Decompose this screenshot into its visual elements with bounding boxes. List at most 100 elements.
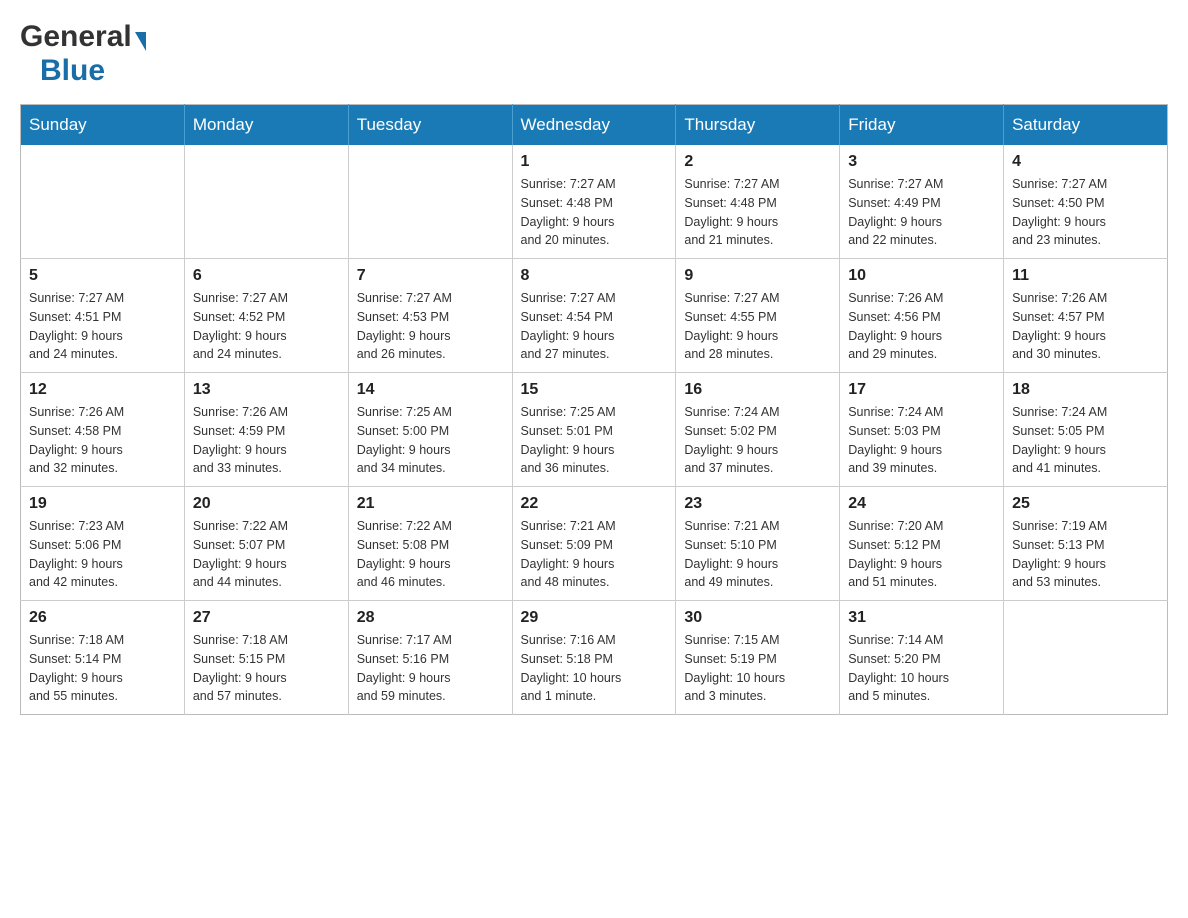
day-info: Sunrise: 7:23 AM Sunset: 5:06 PM Dayligh… — [29, 517, 176, 592]
day-number: 6 — [193, 267, 340, 285]
day-number: 2 — [684, 153, 831, 171]
day-info: Sunrise: 7:24 AM Sunset: 5:02 PM Dayligh… — [684, 403, 831, 478]
calendar-cell: 13 Sunrise: 7:26 AM Sunset: 4:59 PM Dayli… — [184, 373, 348, 487]
day-info: Sunrise: 7:21 AM Sunset: 5:09 PM Dayligh… — [521, 517, 668, 592]
day-info: Sunrise: 7:22 AM Sunset: 5:07 PM Dayligh… — [193, 517, 340, 592]
calendar-cell: 2 Sunrise: 7:27 AM Sunset: 4:48 PM Daylig… — [676, 145, 840, 259]
day-number: 23 — [684, 495, 831, 513]
day-info: Sunrise: 7:27 AM Sunset: 4:49 PM Dayligh… — [848, 175, 995, 250]
calendar-cell: 5 Sunrise: 7:27 AM Sunset: 4:51 PM Daylig… — [21, 259, 185, 373]
day-info: Sunrise: 7:26 AM Sunset: 4:57 PM Dayligh… — [1012, 289, 1159, 364]
calendar-cell: 8 Sunrise: 7:27 AM Sunset: 4:54 PM Daylig… — [512, 259, 676, 373]
day-number: 5 — [29, 267, 176, 285]
calendar-cell — [348, 145, 512, 259]
day-number: 3 — [848, 153, 995, 171]
day-info: Sunrise: 7:20 AM Sunset: 5:12 PM Dayligh… — [848, 517, 995, 592]
day-number: 4 — [1012, 153, 1159, 171]
day-info: Sunrise: 7:27 AM Sunset: 4:48 PM Dayligh… — [521, 175, 668, 250]
logo: General Blue — [20, 20, 146, 88]
calendar-cell: 24 Sunrise: 7:20 AM Sunset: 5:12 PM Dayli… — [840, 487, 1004, 601]
day-info: Sunrise: 7:24 AM Sunset: 5:05 PM Dayligh… — [1012, 403, 1159, 478]
calendar-cell: 11 Sunrise: 7:26 AM Sunset: 4:57 PM Dayli… — [1004, 259, 1168, 373]
weekday-header-friday: Friday — [840, 105, 1004, 146]
day-info: Sunrise: 7:27 AM Sunset: 4:53 PM Dayligh… — [357, 289, 504, 364]
day-number: 18 — [1012, 381, 1159, 399]
day-info: Sunrise: 7:17 AM Sunset: 5:16 PM Dayligh… — [357, 631, 504, 706]
day-info: Sunrise: 7:27 AM Sunset: 4:50 PM Dayligh… — [1012, 175, 1159, 250]
day-number: 7 — [357, 267, 504, 285]
day-number: 24 — [848, 495, 995, 513]
calendar-cell: 14 Sunrise: 7:25 AM Sunset: 5:00 PM Dayli… — [348, 373, 512, 487]
day-number: 17 — [848, 381, 995, 399]
day-info: Sunrise: 7:27 AM Sunset: 4:55 PM Dayligh… — [684, 289, 831, 364]
day-number: 31 — [848, 609, 995, 627]
calendar-cell: 16 Sunrise: 7:24 AM Sunset: 5:02 PM Dayli… — [676, 373, 840, 487]
weekday-header-thursday: Thursday — [676, 105, 840, 146]
day-info: Sunrise: 7:27 AM Sunset: 4:51 PM Dayligh… — [29, 289, 176, 364]
calendar-cell: 30Sunrise: 7:15 AM Sunset: 5:19 PM Dayli… — [676, 601, 840, 715]
calendar-cell: 3 Sunrise: 7:27 AM Sunset: 4:49 PM Daylig… — [840, 145, 1004, 259]
day-number: 10 — [848, 267, 995, 285]
day-info: Sunrise: 7:26 AM Sunset: 4:58 PM Dayligh… — [29, 403, 176, 478]
calendar-cell: 9Sunrise: 7:27 AM Sunset: 4:55 PM Daylig… — [676, 259, 840, 373]
day-info: Sunrise: 7:26 AM Sunset: 4:59 PM Dayligh… — [193, 403, 340, 478]
weekday-header-monday: Monday — [184, 105, 348, 146]
calendar-cell: 31Sunrise: 7:14 AM Sunset: 5:20 PM Dayli… — [840, 601, 1004, 715]
logo-arrow-icon — [135, 32, 146, 51]
day-number: 22 — [521, 495, 668, 513]
day-info: Sunrise: 7:27 AM Sunset: 4:52 PM Dayligh… — [193, 289, 340, 364]
day-info: Sunrise: 7:22 AM Sunset: 5:08 PM Dayligh… — [357, 517, 504, 592]
day-number: 26 — [29, 609, 176, 627]
calendar-cell: 25 Sunrise: 7:19 AM Sunset: 5:13 PM Dayli… — [1004, 487, 1168, 601]
day-number: 13 — [193, 381, 340, 399]
weekday-header-sunday: Sunday — [21, 105, 185, 146]
logo-blue-text: Blue — [40, 54, 105, 88]
day-info: Sunrise: 7:15 AM Sunset: 5:19 PM Dayligh… — [684, 631, 831, 706]
calendar-cell: 7 Sunrise: 7:27 AM Sunset: 4:53 PM Daylig… — [348, 259, 512, 373]
day-number: 21 — [357, 495, 504, 513]
page-header: General Blue — [20, 20, 1168, 88]
day-info: Sunrise: 7:18 AM Sunset: 5:15 PM Dayligh… — [193, 631, 340, 706]
calendar-cell: 21 Sunrise: 7:22 AM Sunset: 5:08 PM Dayli… — [348, 487, 512, 601]
day-number: 16 — [684, 381, 831, 399]
calendar-table: SundayMondayTuesdayWednesdayThursdayFrid… — [20, 104, 1168, 715]
calendar-cell: 23 Sunrise: 7:21 AM Sunset: 5:10 PM Dayli… — [676, 487, 840, 601]
day-info: Sunrise: 7:19 AM Sunset: 5:13 PM Dayligh… — [1012, 517, 1159, 592]
calendar-cell: 6 Sunrise: 7:27 AM Sunset: 4:52 PM Daylig… — [184, 259, 348, 373]
calendar-cell: 19 Sunrise: 7:23 AM Sunset: 5:06 PM Dayli… — [21, 487, 185, 601]
weekday-header-saturday: Saturday — [1004, 105, 1168, 146]
day-number: 14 — [357, 381, 504, 399]
weekday-header-wednesday: Wednesday — [512, 105, 676, 146]
day-info: Sunrise: 7:18 AM Sunset: 5:14 PM Dayligh… — [29, 631, 176, 706]
calendar-cell: 1 Sunrise: 7:27 AM Sunset: 4:48 PM Daylig… — [512, 145, 676, 259]
calendar-cell: 27Sunrise: 7:18 AM Sunset: 5:15 PM Dayli… — [184, 601, 348, 715]
day-number: 28 — [357, 609, 504, 627]
day-number: 8 — [521, 267, 668, 285]
day-number: 1 — [521, 153, 668, 171]
day-number: 11 — [1012, 267, 1159, 285]
calendar-cell: 26 Sunrise: 7:18 AM Sunset: 5:14 PM Dayli… — [21, 601, 185, 715]
day-info: Sunrise: 7:25 AM Sunset: 5:01 PM Dayligh… — [521, 403, 668, 478]
calendar-cell: 18 Sunrise: 7:24 AM Sunset: 5:05 PM Dayli… — [1004, 373, 1168, 487]
day-number: 29 — [521, 609, 668, 627]
day-number: 25 — [1012, 495, 1159, 513]
day-info: Sunrise: 7:24 AM Sunset: 5:03 PM Dayligh… — [848, 403, 995, 478]
calendar-cell — [21, 145, 185, 259]
calendar-cell: 29 Sunrise: 7:16 AM Sunset: 5:18 PM Dayli… — [512, 601, 676, 715]
day-info: Sunrise: 7:21 AM Sunset: 5:10 PM Dayligh… — [684, 517, 831, 592]
day-info: Sunrise: 7:26 AM Sunset: 4:56 PM Dayligh… — [848, 289, 995, 364]
calendar-cell: 12Sunrise: 7:26 AM Sunset: 4:58 PM Dayli… — [21, 373, 185, 487]
logo-general-text: General — [20, 20, 132, 54]
calendar-cell: 20Sunrise: 7:22 AM Sunset: 5:07 PM Dayli… — [184, 487, 348, 601]
weekday-header-tuesday: Tuesday — [348, 105, 512, 146]
calendar-cell: 22 Sunrise: 7:21 AM Sunset: 5:09 PM Dayli… — [512, 487, 676, 601]
calendar-cell: 17 Sunrise: 7:24 AM Sunset: 5:03 PM Dayli… — [840, 373, 1004, 487]
day-info: Sunrise: 7:27 AM Sunset: 4:48 PM Dayligh… — [684, 175, 831, 250]
day-info: Sunrise: 7:16 AM Sunset: 5:18 PM Dayligh… — [521, 631, 668, 706]
day-info: Sunrise: 7:27 AM Sunset: 4:54 PM Dayligh… — [521, 289, 668, 364]
day-number: 19 — [29, 495, 176, 513]
calendar-cell: 10 Sunrise: 7:26 AM Sunset: 4:56 PM Dayli… — [840, 259, 1004, 373]
day-info: Sunrise: 7:25 AM Sunset: 5:00 PM Dayligh… — [357, 403, 504, 478]
calendar-cell: 15Sunrise: 7:25 AM Sunset: 5:01 PM Dayli… — [512, 373, 676, 487]
calendar-cell — [1004, 601, 1168, 715]
